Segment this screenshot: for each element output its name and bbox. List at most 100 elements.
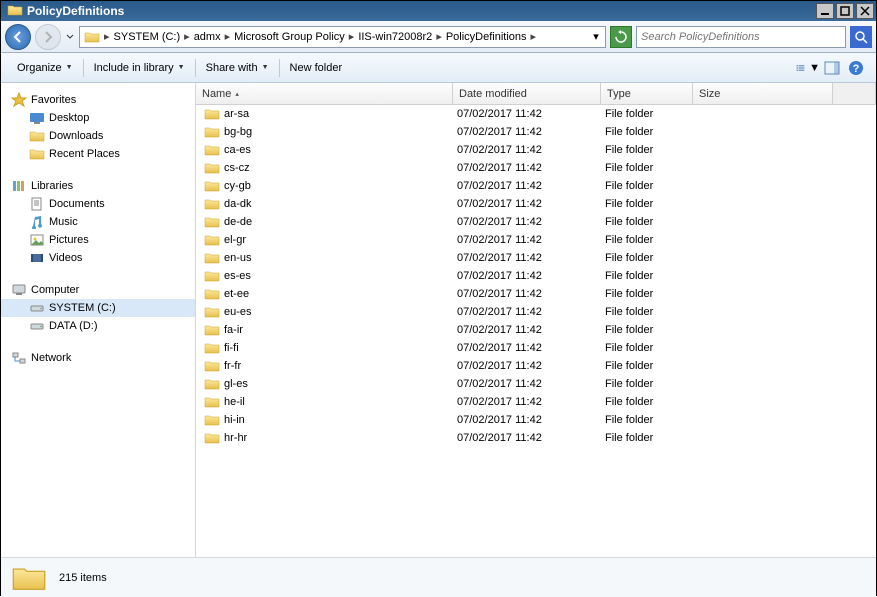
table-row[interactable]: cy-gb07/02/2017 11:42File folder bbox=[196, 177, 876, 195]
close-button[interactable] bbox=[856, 3, 874, 19]
new-folder-button[interactable]: New folder bbox=[282, 58, 351, 78]
file-name: gl-es bbox=[224, 378, 248, 390]
column-name[interactable]: Name▴ bbox=[196, 83, 453, 104]
file-date: 07/02/2017 11:42 bbox=[453, 432, 601, 444]
table-row[interactable]: eu-es07/02/2017 11:42File folder bbox=[196, 303, 876, 321]
folder-icon bbox=[204, 197, 220, 211]
share-with-button[interactable]: Share with▼ bbox=[198, 58, 277, 78]
table-row[interactable]: fr-fr07/02/2017 11:42File folder bbox=[196, 357, 876, 375]
file-name: he-il bbox=[224, 396, 245, 408]
table-row[interactable]: ca-es07/02/2017 11:42File folder bbox=[196, 141, 876, 159]
maximize-button[interactable] bbox=[836, 3, 854, 19]
sort-ascending-icon: ▴ bbox=[235, 90, 239, 98]
drive-icon bbox=[29, 319, 45, 333]
file-list[interactable]: ar-sa07/02/2017 11:42File folderbg-bg07/… bbox=[196, 105, 876, 557]
breadcrumb-item[interactable]: admx bbox=[192, 31, 223, 43]
file-date: 07/02/2017 11:42 bbox=[453, 234, 601, 246]
help-button[interactable]: ? bbox=[844, 58, 868, 78]
file-name: et-ee bbox=[224, 288, 249, 300]
table-row[interactable]: et-ee07/02/2017 11:42File folder bbox=[196, 285, 876, 303]
file-type: File folder bbox=[601, 144, 693, 156]
breadcrumb-sep[interactable]: ▸ bbox=[434, 30, 444, 43]
documents-icon bbox=[29, 197, 45, 211]
table-row[interactable]: el-gr07/02/2017 11:42File folder bbox=[196, 231, 876, 249]
music-icon bbox=[29, 215, 45, 229]
table-row[interactable]: bg-bg07/02/2017 11:42File folder bbox=[196, 123, 876, 141]
sidebar-favorites[interactable]: Favorites bbox=[1, 91, 195, 109]
breadcrumb-item[interactable]: Microsoft Group Policy bbox=[232, 31, 347, 43]
table-row[interactable]: fi-fi07/02/2017 11:42File folder bbox=[196, 339, 876, 357]
search-button[interactable] bbox=[850, 26, 872, 48]
sidebar-item-system-c[interactable]: SYSTEM (C:) bbox=[1, 299, 195, 317]
organize-button[interactable]: Organize▼ bbox=[9, 58, 81, 78]
separator bbox=[279, 59, 280, 77]
table-row[interactable]: hr-hr07/02/2017 11:42File folder bbox=[196, 429, 876, 447]
folder-icon bbox=[11, 562, 47, 594]
breadcrumb-item[interactable]: SYSTEM (C:) bbox=[112, 31, 183, 43]
file-date: 07/02/2017 11:42 bbox=[453, 342, 601, 354]
sidebar-item-pictures[interactable]: Pictures bbox=[1, 231, 195, 249]
table-row[interactable]: hi-in07/02/2017 11:42File folder bbox=[196, 411, 876, 429]
table-row[interactable]: gl-es07/02/2017 11:42File folder bbox=[196, 375, 876, 393]
separator bbox=[83, 59, 84, 77]
svg-text:?: ? bbox=[853, 63, 860, 75]
forward-button[interactable] bbox=[35, 24, 61, 50]
sidebar-item-documents[interactable]: Documents bbox=[1, 195, 195, 213]
breadcrumb-item[interactable]: IIS-win72008r2 bbox=[356, 31, 434, 43]
file-date: 07/02/2017 11:42 bbox=[453, 270, 601, 282]
folder-icon bbox=[204, 287, 220, 301]
table-row[interactable]: cs-cz07/02/2017 11:42File folder bbox=[196, 159, 876, 177]
file-name: es-es bbox=[224, 270, 251, 282]
breadcrumb-dropdown[interactable]: ▾ bbox=[589, 30, 603, 43]
file-date: 07/02/2017 11:42 bbox=[453, 144, 601, 156]
sidebar-item-videos[interactable]: Videos bbox=[1, 249, 195, 267]
sidebar-libraries[interactable]: Libraries bbox=[1, 177, 195, 195]
column-type[interactable]: Type bbox=[601, 83, 693, 104]
file-type: File folder bbox=[601, 324, 693, 336]
sidebar-item-desktop[interactable]: Desktop bbox=[1, 109, 195, 127]
breadcrumb-item[interactable]: PolicyDefinitions bbox=[444, 31, 529, 43]
separator bbox=[195, 59, 196, 77]
sidebar-computer[interactable]: Computer bbox=[1, 281, 195, 299]
folder-icon bbox=[204, 323, 220, 337]
breadcrumb-sep[interactable]: ▸ bbox=[182, 30, 192, 43]
table-row[interactable]: es-es07/02/2017 11:42File folder bbox=[196, 267, 876, 285]
sidebar-item-downloads[interactable]: Downloads bbox=[1, 127, 195, 145]
file-date: 07/02/2017 11:42 bbox=[453, 252, 601, 264]
nav-history-dropdown[interactable] bbox=[65, 27, 75, 47]
file-type: File folder bbox=[601, 252, 693, 264]
breadcrumb-sep[interactable]: ▸ bbox=[529, 30, 539, 43]
sidebar-item-recent[interactable]: Recent Places bbox=[1, 145, 195, 163]
preview-pane-button[interactable] bbox=[820, 58, 844, 78]
back-button[interactable] bbox=[5, 24, 31, 50]
sidebar-network[interactable]: Network bbox=[1, 349, 195, 367]
breadcrumb-sep[interactable]: ▸ bbox=[102, 30, 112, 43]
view-options-button[interactable]: ▼ bbox=[796, 58, 820, 78]
search-box[interactable] bbox=[636, 26, 846, 48]
file-type: File folder bbox=[601, 342, 693, 354]
table-row[interactable]: en-us07/02/2017 11:42File folder bbox=[196, 249, 876, 267]
refresh-button[interactable] bbox=[610, 26, 632, 48]
sidebar-item-data-d[interactable]: DATA (D:) bbox=[1, 317, 195, 335]
table-row[interactable]: he-il07/02/2017 11:42File folder bbox=[196, 393, 876, 411]
breadcrumb-sep[interactable]: ▸ bbox=[223, 30, 233, 43]
search-input[interactable] bbox=[637, 31, 845, 43]
column-size[interactable]: Size bbox=[693, 83, 833, 104]
folder-icon bbox=[204, 233, 220, 247]
include-in-library-button[interactable]: Include in library▼ bbox=[86, 58, 193, 78]
breadcrumb-bar[interactable]: ▸ SYSTEM (C:) ▸ admx ▸ Microsoft Group P… bbox=[79, 26, 606, 48]
table-row[interactable]: de-de07/02/2017 11:42File folder bbox=[196, 213, 876, 231]
computer-icon bbox=[11, 283, 27, 297]
file-type: File folder bbox=[601, 288, 693, 300]
sidebar-item-music[interactable]: Music bbox=[1, 213, 195, 231]
minimize-button[interactable] bbox=[816, 3, 834, 19]
table-row[interactable]: ar-sa07/02/2017 11:42File folder bbox=[196, 105, 876, 123]
file-date: 07/02/2017 11:42 bbox=[453, 126, 601, 138]
file-name: hi-in bbox=[224, 414, 245, 426]
file-date: 07/02/2017 11:42 bbox=[453, 414, 601, 426]
status-bar: 215 items bbox=[1, 557, 876, 597]
table-row[interactable]: da-dk07/02/2017 11:42File folder bbox=[196, 195, 876, 213]
breadcrumb-sep[interactable]: ▸ bbox=[347, 30, 357, 43]
table-row[interactable]: fa-ir07/02/2017 11:42File folder bbox=[196, 321, 876, 339]
column-date[interactable]: Date modified bbox=[453, 83, 601, 104]
